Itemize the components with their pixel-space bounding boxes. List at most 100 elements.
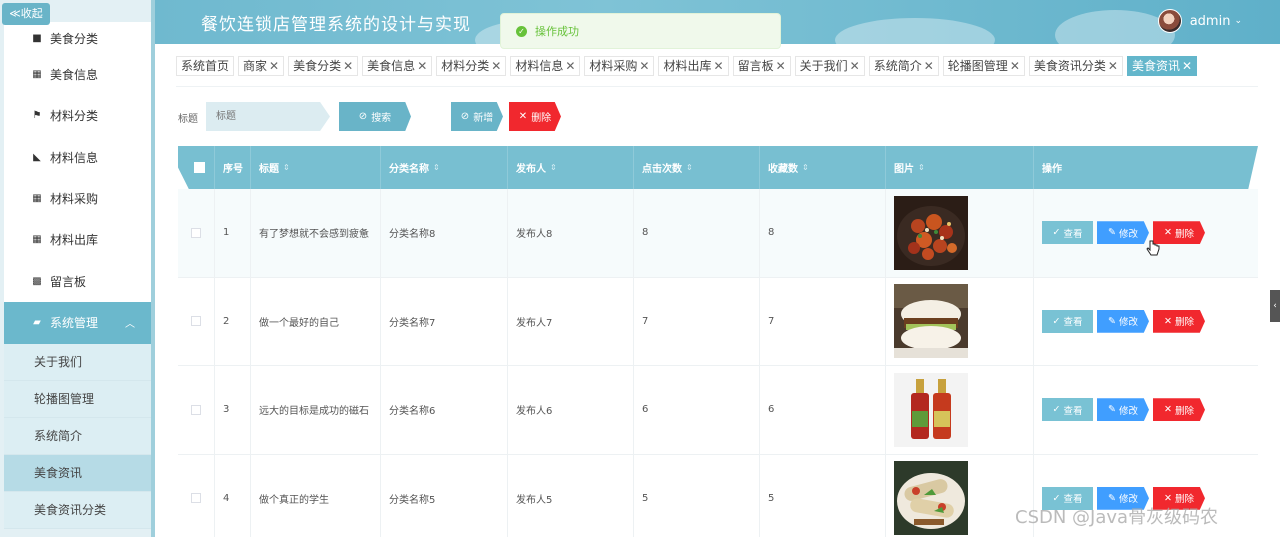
edit-button[interactable]: ✎ 修改 — [1097, 221, 1149, 245]
tab-food-category[interactable]: 美食分类 ✕ — [288, 56, 359, 76]
sort-icon[interactable]: ⇕ — [918, 163, 925, 172]
side-panel-handle[interactable]: ‹ — [1270, 290, 1280, 322]
tab-food-news-category[interactable]: 美食资讯分类 ✕ — [1028, 56, 1123, 76]
sidebar-item-material-category[interactable]: ⚑ 材料分类 — [4, 95, 151, 137]
close-icon[interactable]: ✕ — [639, 59, 649, 73]
close-icon[interactable]: ✕ — [776, 59, 786, 73]
view-button[interactable]: ✓ 查看 — [1042, 398, 1093, 422]
sidebar-item-material-info[interactable]: ◣ 材料信息 — [4, 136, 151, 178]
cell-title: 做一个最好的自己 — [251, 277, 381, 365]
sidebar-item-food-info[interactable]: ▦ 美食信息 — [4, 54, 151, 96]
sort-icon[interactable]: ⇕ — [283, 163, 290, 172]
sidebar-item-message-board[interactable]: ▩ 留言板 — [4, 260, 151, 302]
sidebar-item-label: 材料分类 — [50, 109, 99, 124]
close-icon[interactable]: ✕ — [1182, 59, 1192, 73]
checkbox[interactable] — [191, 316, 201, 327]
user-menu[interactable]: admin ⌄ — [1157, 9, 1242, 33]
checkbox[interactable] — [191, 493, 201, 504]
tab-material-info[interactable]: 材料信息 ✕ — [510, 56, 581, 76]
close-icon[interactable]: ✕ — [565, 59, 575, 73]
column-label: 图片 — [894, 164, 914, 175]
column-header-publisher[interactable]: 发布人 ⇕ — [508, 146, 634, 189]
tab-home[interactable]: 系统首页 — [176, 56, 235, 76]
sidebar-item-label: 留言板 — [50, 274, 87, 289]
cell-index: 2 — [215, 277, 251, 365]
cell-publisher: 发布人5 — [508, 454, 634, 537]
sidebar-subitem-food-news-category[interactable]: 美食资讯分类 — [4, 491, 151, 529]
title-search-input[interactable] — [206, 102, 330, 131]
tab-material-category[interactable]: 材料分类 ✕ — [436, 56, 507, 76]
tab-food-info[interactable]: 美食信息 ✕ — [362, 56, 433, 76]
close-icon[interactable]: ✕ — [1108, 59, 1118, 73]
row-checkbox-cell[interactable] — [178, 454, 215, 537]
bulk-delete-button[interactable]: ✕ 删除 — [509, 102, 561, 131]
food-thumbnail-spring-rolls[interactable] — [894, 461, 968, 536]
edit-button[interactable]: ✎ 修改 — [1097, 309, 1149, 333]
column-label: 点击次数 — [642, 164, 682, 175]
close-icon[interactable]: ✕ — [417, 59, 427, 73]
tab-intro[interactable]: 系统简介 ✕ — [868, 56, 939, 76]
cell-title: 做个真正的学生 — [251, 454, 381, 537]
search-button[interactable]: ⊘ 搜索 — [339, 102, 411, 131]
view-button[interactable]: ✓ 查看 — [1042, 309, 1093, 333]
book-icon: ■ — [32, 32, 42, 44]
edit-icon: ✎ — [1108, 404, 1116, 416]
sidebar-item-material-outbound[interactable]: ▦ 材料出库 — [4, 219, 151, 261]
collapse-button[interactable]: ≪收起 — [2, 3, 50, 25]
close-icon[interactable]: ✕ — [714, 59, 724, 73]
tab-material-purchase[interactable]: 材料采购 ✕ — [584, 56, 655, 76]
column-header-image[interactable]: 图片 ⇕ — [886, 146, 1034, 189]
checkbox[interactable] — [191, 227, 201, 238]
add-button[interactable]: ⊘ 新增 — [451, 102, 503, 131]
cell-favorites: 7 — [760, 277, 886, 365]
close-icon[interactable]: ✕ — [343, 59, 353, 73]
close-icon[interactable]: ✕ — [924, 59, 934, 73]
food-thumbnail-spicy-chicken[interactable] — [894, 195, 968, 270]
sidebar-subitem-about[interactable]: 关于我们 — [4, 343, 151, 381]
sort-icon[interactable]: ⇕ — [433, 163, 440, 172]
tab-carousel[interactable]: 轮播图管理 ✕ — [942, 56, 1025, 76]
tab-food-news[interactable]: 美食资讯 ✕ — [1126, 56, 1198, 76]
column-header-title[interactable]: 标题 ⇕ — [251, 146, 381, 189]
view-label: 查看 — [1063, 228, 1083, 240]
edit-icon: ✎ — [1108, 315, 1116, 327]
close-icon[interactable]: ✕ — [491, 59, 501, 73]
sort-icon[interactable]: ⇕ — [550, 163, 557, 172]
view-button[interactable]: ✓ 查看 — [1042, 221, 1093, 245]
sidebar-item-material-purchase[interactable]: ▦ 材料采购 — [4, 177, 151, 220]
sidebar-item-food-category[interactable]: ■ 美食分类 — [4, 22, 151, 54]
row-checkbox-cell[interactable] — [178, 277, 215, 365]
sidebar-subitem-food-news[interactable]: 美食资讯 — [4, 454, 151, 492]
sort-icon[interactable]: ⇕ — [686, 163, 693, 172]
cell-clicks: 7 — [634, 277, 760, 365]
column-header-category[interactable]: 分类名称 ⇕ — [381, 146, 508, 189]
sidebar-subitem-carousel[interactable]: 轮播图管理 — [4, 380, 151, 418]
checkbox[interactable] — [193, 162, 205, 173]
delete-button[interactable]: ✕ 删除 — [1153, 221, 1205, 245]
edit-button[interactable]: ✎ 修改 — [1097, 398, 1149, 422]
select-all-checkbox[interactable] — [178, 146, 215, 189]
checkbox[interactable] — [191, 404, 201, 415]
tab-message-board[interactable]: 留言板 ✕ — [732, 56, 791, 76]
tab-merchant[interactable]: 商家 ✕ — [238, 56, 285, 76]
sidebar-group-system[interactable]: ▰ 系统管理 ︿ — [4, 301, 151, 344]
row-checkbox-cell[interactable] — [178, 366, 215, 454]
sort-icon[interactable]: ⇕ — [802, 163, 809, 172]
food-thumbnail-steamed-bun[interactable] — [894, 284, 968, 359]
delete-button[interactable]: ✕ 删除 — [1153, 398, 1205, 422]
view-label: 查看 — [1063, 317, 1083, 329]
close-icon[interactable]: ✕ — [1010, 59, 1020, 73]
close-icon: ✕ — [1164, 315, 1172, 327]
sidebar-subitem-intro[interactable]: 系统简介 — [4, 417, 151, 455]
close-icon[interactable]: ✕ — [269, 59, 279, 73]
tab-about[interactable]: 关于我们 ✕ — [794, 56, 865, 76]
row-checkbox-cell[interactable] — [178, 189, 215, 277]
delete-button[interactable]: ✕ 删除 — [1153, 309, 1205, 333]
column-header-favorites[interactable]: 收藏数 ⇕ — [760, 146, 886, 189]
column-header-clicks[interactable]: 点击次数 ⇕ — [634, 146, 760, 189]
tab-material-outbound[interactable]: 材料出库 ✕ — [658, 56, 729, 76]
close-icon[interactable]: ✕ — [850, 59, 860, 73]
sidebar: ≪收起 ■ 美食分类 ▦ 美食信息 ⚑ 材料分类 ◣ 材料信息 ▦ 材料采购 ▦… — [0, 0, 155, 537]
cell-index: 1 — [215, 189, 251, 277]
food-thumbnail-sauce-bottles[interactable] — [894, 372, 968, 447]
